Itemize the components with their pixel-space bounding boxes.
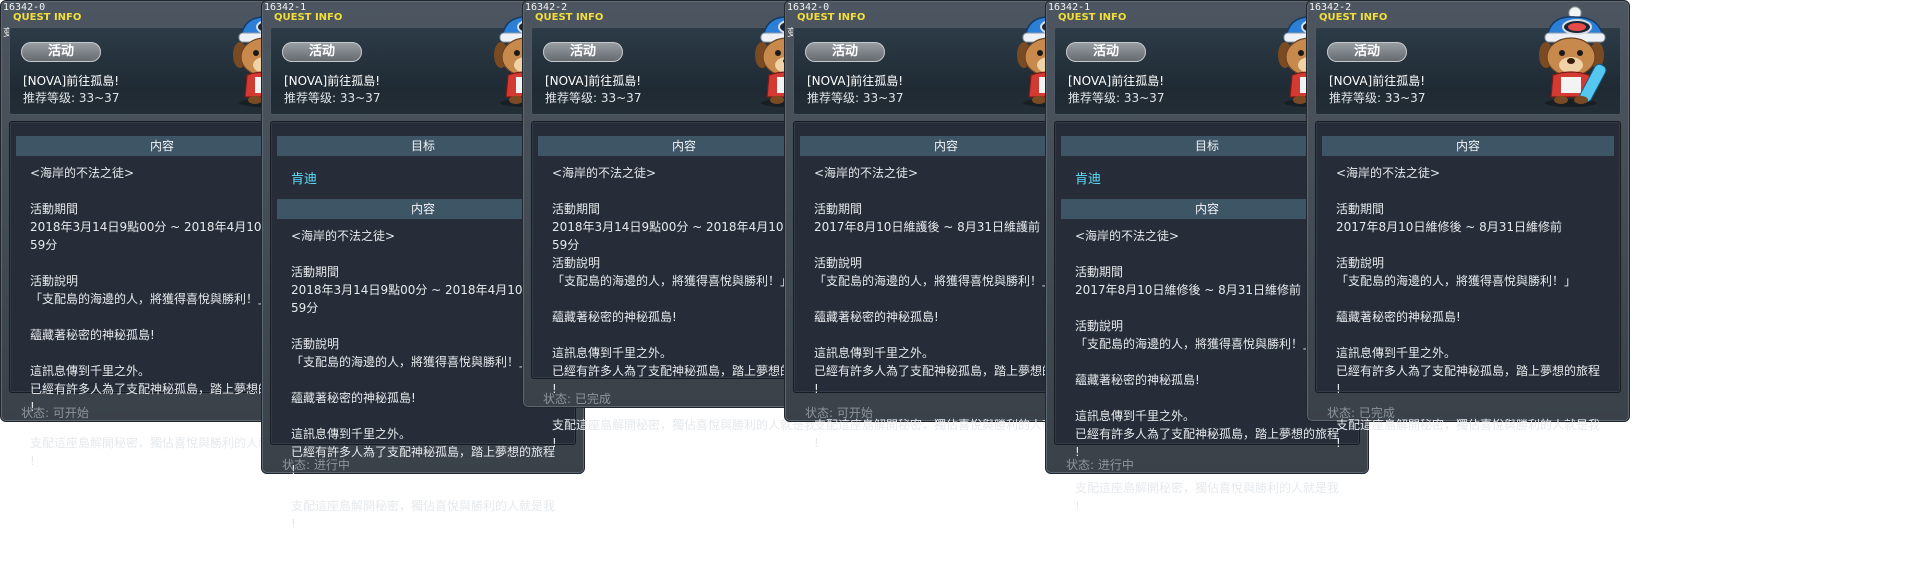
quest-status: 状态: 进行中 [282,458,350,472]
recommended-level: 推荐等级: 33~37 [1329,91,1426,105]
quest-name: [NOVA]前往孤島! [1068,74,1165,88]
recommended-level: 推荐等级: 33~37 [1068,91,1165,105]
quest-type-badge: 活动 [543,42,623,62]
quest-status: 状态: 可开始 [805,406,873,420]
quest-type-badge: 活动 [805,42,885,62]
quest-header: 活动 [NOVA]前往孤島! 推荐等级: 33~37 [1315,27,1621,115]
quest-status: 状态: 进行中 [1066,458,1134,472]
recommended-level: 推荐等级: 33~37 [23,91,120,105]
quest-name: [NOVA]前往孤島! [284,74,381,88]
quest-info-panel: 16342-2 QUEST INFO 活动 [NOVA]前往孤島! 推荐等级: … [1306,0,1630,450]
content-section-header: 内容 [1322,136,1614,156]
quest-type-badge: 活动 [282,42,362,62]
quest-type-badge: 活动 [1066,42,1146,62]
quest-status: 状态: 已完成 [543,392,611,406]
quest-name: [NOVA]前往孤島! [23,74,120,88]
quest-info-title: QUEST INFO [13,12,82,23]
quest-status: 状态: 已完成 [1327,406,1395,420]
quest-info-title: QUEST INFO [797,12,866,23]
quest-type-badge: 活动 [1327,42,1407,62]
recommended-level: 推荐等级: 33~37 [545,91,642,105]
quest-name: [NOVA]前往孤島! [545,74,642,88]
quest-type-badge: 活动 [21,42,101,62]
quest-info-title: QUEST INFO [535,12,604,23]
quest-info-title: QUEST INFO [274,12,343,23]
quest-status: 状态: 可开始 [21,406,89,420]
mascot-character-icon [1531,5,1615,109]
recommended-level: 推荐等级: 33~37 [284,91,381,105]
quest-info-title: QUEST INFO [1058,12,1127,23]
recommended-level: 推荐等级: 33~37 [807,91,904,105]
quest-body: 内容 <海岸的不法之徒> 活動期間 2017年8月10日維修後 ~ 8月31日維… [1315,121,1621,450]
quest-name: [NOVA]前往孤島! [807,74,904,88]
quest-name: [NOVA]前往孤島! [1329,74,1426,88]
quest-info-title: QUEST INFO [1319,12,1388,23]
